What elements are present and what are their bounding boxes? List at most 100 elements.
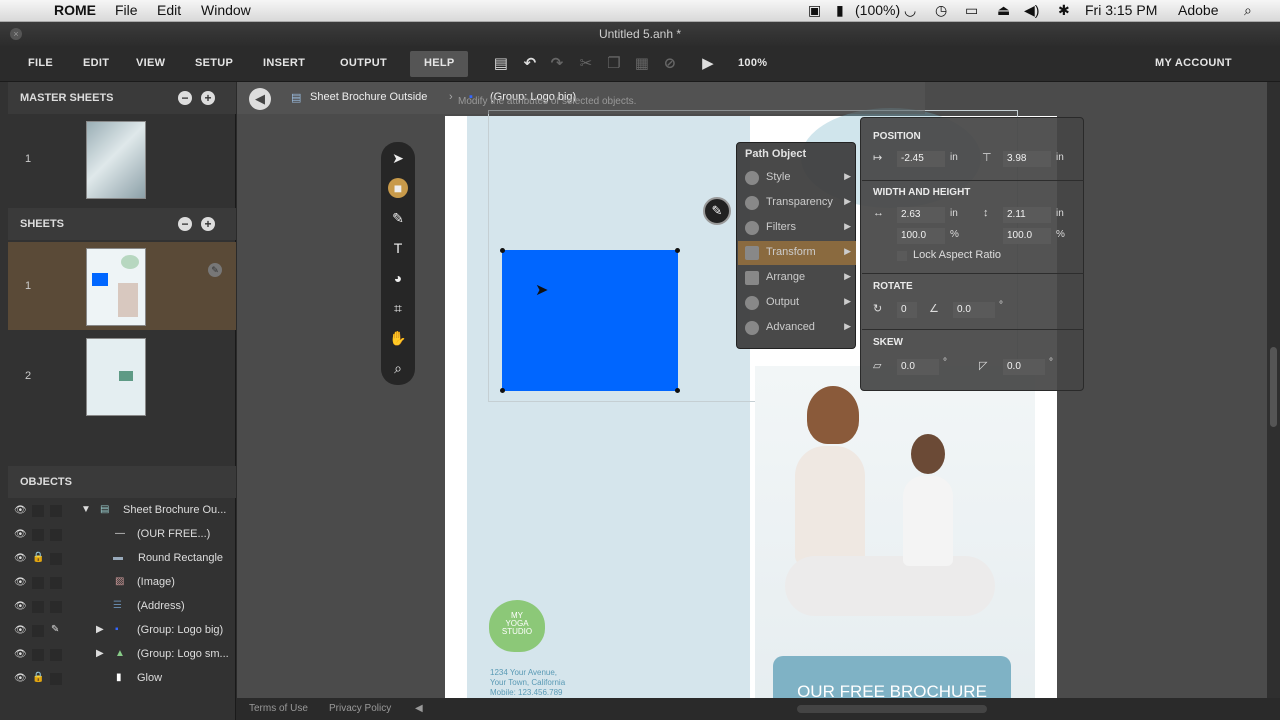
crop-tool-icon[interactable]: ⌗ [388,298,408,318]
my-account-link[interactable]: MY ACCOUNT [1155,57,1232,69]
app-menu-setup[interactable]: SETUP [195,57,233,69]
rotate-field-a[interactable]: 0 [897,302,917,318]
terms-of-use-link[interactable]: Terms of Use [249,703,308,714]
copy-icon[interactable]: ❐ [605,55,623,73]
object-row[interactable]: 👁 ▨ (Image) [8,571,236,595]
zoom-tool-icon[interactable]: ⌕ [388,358,408,378]
vertical-scrollbar[interactable] [1267,82,1280,698]
bluetooth-icon[interactable]: ✱ [1058,2,1070,19]
selection-handle[interactable] [500,388,505,393]
visibility-eye-icon[interactable]: 👁 [14,649,27,660]
rectangle-tool-icon[interactable]: ■ [388,178,408,198]
object-row[interactable]: 👁 ☰ (Address) [8,595,236,619]
skew-field-a[interactable]: 0.0 [897,359,939,375]
sheet-item-1[interactable]: 1 ✎ [8,242,236,330]
selected-rectangle[interactable] [502,250,678,391]
visibility-eye-icon[interactable]: 👁 [14,625,27,636]
visibility-eye-icon[interactable]: 👁 [14,601,27,612]
edit-pencil-icon[interactable]: ✎ [51,624,59,635]
visibility-eye-icon[interactable]: 👁 [14,577,27,588]
eject-icon[interactable]: ⏏ [997,2,1010,19]
app-menu-insert[interactable]: INSERT [263,57,305,69]
width-field[interactable]: 2.63 [897,207,945,223]
horizontal-scrollbar-thumb[interactable] [797,705,987,713]
time-machine-icon[interactable]: ◷ [935,2,947,19]
app-menu-edit[interactable]: EDIT [83,57,109,69]
menu-item-transparency[interactable]: Transparency ▶ [738,191,856,215]
close-window-icon[interactable]: × [10,28,22,40]
sheet-item-2[interactable]: 2 [8,332,236,420]
scroll-left-arrow-icon[interactable]: ◀ [415,703,423,714]
save-icon[interactable]: ▤ [492,55,510,73]
app-menu-file[interactable]: FILE [28,57,53,69]
menu-item-filters[interactable]: Filters ▶ [738,216,856,240]
rotate-field-b[interactable]: 0.0 [953,302,995,318]
remove-sheet-button[interactable]: − [178,217,192,231]
menu-window[interactable]: Window [201,2,251,18]
app-menu-view[interactable]: VIEW [136,57,165,69]
clock[interactable]: Fri 3:15 PM [1085,2,1157,18]
selection-handle[interactable] [675,248,680,253]
menu-item-style[interactable]: Style ▶ [738,166,856,190]
menu-item-arrange[interactable]: Arrange ▶ [738,266,856,290]
menu-item-transform[interactable]: Transform ▶ [738,241,856,265]
delete-icon[interactable]: ⊘ [661,55,679,73]
expand-arrow-icon[interactable]: ▶ [96,648,104,659]
selection-handle[interactable] [500,248,505,253]
select-arrow-icon[interactable]: ➤ [388,148,408,168]
menu-file[interactable]: File [115,2,138,18]
lock-icon[interactable]: 🔒 [32,672,44,683]
object-row[interactable]: 👁 — (OUR FREE...) [8,523,236,547]
preview-icon[interactable]: ▶ [699,55,717,73]
object-row[interactable]: 👁 ▼ ▤ Sheet Brochure Ou... [8,499,236,523]
object-row[interactable]: 👁 🔒 ▮ Glow [8,667,236,691]
user-menu[interactable]: Adobe [1178,2,1218,18]
visibility-eye-icon[interactable]: 👁 [14,673,27,684]
visibility-eye-icon[interactable]: 👁 [14,505,27,516]
scrollbar-thumb[interactable] [1270,347,1277,427]
add-master-sheet-button[interactable]: + [201,91,215,105]
lock-icon[interactable]: 🔒 [32,552,44,563]
edit-sheet-icon[interactable]: ✎ [208,263,222,277]
cut-icon[interactable]: ✂ [577,55,595,73]
selection-handle[interactable] [675,388,680,393]
paste-icon[interactable]: ▦ [633,55,651,73]
visibility-eye-icon[interactable]: 👁 [14,553,27,564]
height-percent-field[interactable]: 100.0 [1003,228,1051,244]
lock-aspect-checkbox[interactable] [897,251,907,261]
app-name-menu[interactable]: ROME [54,2,96,18]
volume-icon[interactable]: ◀) [1024,2,1039,19]
y-position-field[interactable]: 3.98 [1003,151,1051,167]
camera-icon[interactable]: ▣ [808,2,821,19]
breadcrumb-sheet[interactable]: Sheet Brochure Outside [310,91,427,103]
spotlight-search-icon[interactable]: ⌕ [1244,2,1252,19]
add-sheet-button[interactable]: + [201,217,215,231]
height-field[interactable]: 2.11 [1003,207,1051,223]
object-row[interactable]: 👁 🔒 ▬ Round Rectangle [8,547,236,571]
master-sheet-item[interactable]: 1 [8,118,236,206]
visibility-eye-icon[interactable]: 👁 [14,529,27,540]
app-menu-help[interactable]: HELP [424,57,455,69]
edit-pencil-icon[interactable]: ✎ [703,197,731,225]
back-arrow-icon[interactable]: ◀ [249,88,271,110]
menu-item-advanced[interactable]: Advanced ▶ [738,316,856,340]
object-row[interactable]: 👁 ▶ ▲ (Group: Logo sm... [8,643,236,667]
object-row[interactable]: 👁 ✎ ▶ ▪ (Group: Logo big) [8,619,236,643]
display-icon[interactable]: ▭ [965,2,978,19]
wifi-icon[interactable]: ◡ [904,2,916,19]
expand-arrow-icon[interactable]: ▶ [96,624,104,635]
privacy-policy-link[interactable]: Privacy Policy [329,703,391,714]
undo-icon[interactable]: ↶ [521,55,539,73]
fill-tool-icon[interactable]: ◕ [388,268,408,288]
text-tool-icon[interactable]: T [388,238,408,258]
brush-tool-icon[interactable]: ✎ [388,208,408,228]
battery-icon[interactable]: ▮ [836,2,844,19]
zoom-level[interactable]: 100% [738,57,767,69]
skew-field-b[interactable]: 0.0 [1003,359,1045,375]
menu-edit[interactable]: Edit [157,2,181,18]
menu-item-output[interactable]: Output ▶ [738,291,856,315]
app-menu-output[interactable]: OUTPUT [340,57,387,69]
remove-master-sheet-button[interactable]: − [178,91,192,105]
expand-arrow-icon[interactable]: ▼ [81,504,91,515]
width-percent-field[interactable]: 100.0 [897,228,945,244]
